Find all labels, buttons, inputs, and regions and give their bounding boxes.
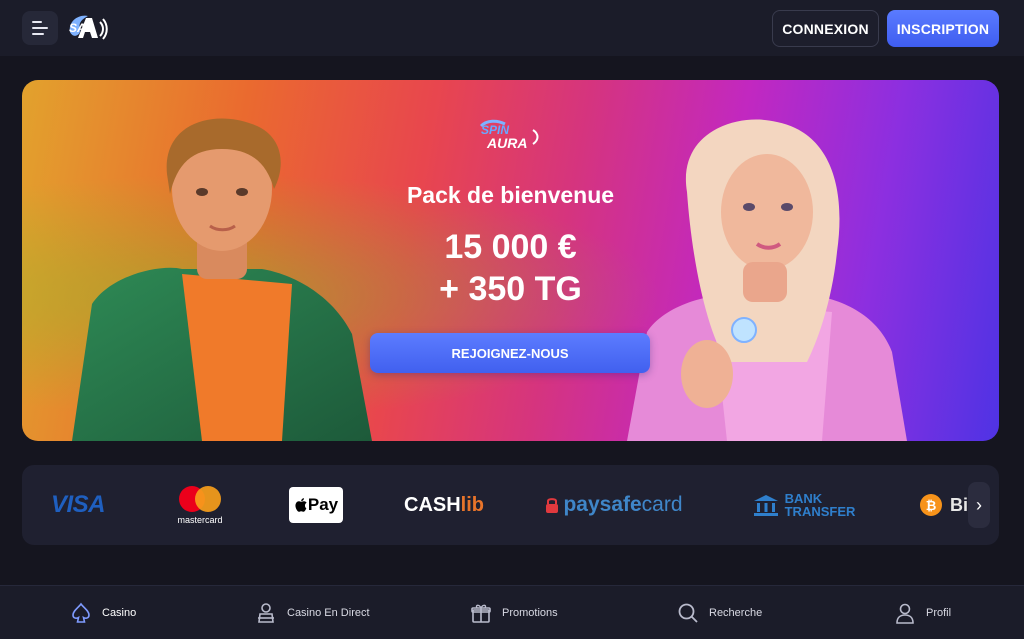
gift-icon — [471, 604, 491, 623]
apple-icon — [295, 498, 307, 512]
menu-icon — [32, 21, 42, 23]
payments-next-button[interactable]: › — [968, 482, 990, 528]
dealer-icon — [258, 603, 274, 623]
nav-casino[interactable]: Casino — [70, 586, 136, 639]
banner-title: Pack de bienvenue — [406, 182, 615, 208]
bonus-spins: + 350 TG — [439, 270, 582, 308]
bank-icon — [753, 495, 778, 516]
nav-profile[interactable]: Profil — [894, 586, 951, 639]
mastercard-logo: mastercard — [172, 465, 228, 545]
nav-search[interactable]: Recherche — [677, 586, 762, 639]
bonus-amount: 15 000 € — [444, 228, 577, 266]
svg-text:SA: SA — [69, 21, 86, 35]
bitcoin-icon: ₿ — [920, 494, 942, 516]
paysafecard-logo: paysafe card — [542, 465, 686, 545]
join-button[interactable]: REJOIGNEZ-NOUS — [370, 333, 650, 373]
menu-button[interactable] — [22, 11, 58, 45]
user-icon — [896, 603, 914, 624]
nav-promotions[interactable]: Promotions — [470, 586, 558, 639]
cashlib-logo: CASH lib — [404, 493, 485, 516]
search-icon — [678, 603, 698, 623]
bank-transfer-logo: BANK TRANSFER — [748, 465, 860, 545]
welcome-banner[interactable]: SPIN AURA Pack de bienvenue 15 000 € + 3… — [22, 80, 999, 441]
spade-icon — [72, 602, 90, 623]
site-logo[interactable]: SA — [64, 10, 108, 46]
lock-icon — [546, 498, 559, 513]
bottom-navigation: Casino Casino En Direct Promotions Reche… — [0, 585, 1024, 639]
nav-live-casino[interactable]: Casino En Direct — [255, 586, 370, 639]
login-button[interactable]: CONNEXION — [772, 10, 879, 47]
visa-logo: VISA — [50, 491, 106, 518]
banner-brand-logo: SPIN AURA — [479, 119, 539, 151]
svg-text:AURA: AURA — [486, 135, 527, 151]
payment-methods-strip: VISA mastercard Pay CASH lib paysafe card — [22, 465, 999, 545]
apple-pay-logo: Pay — [289, 465, 343, 545]
signup-button[interactable]: INSCRIPTION — [887, 10, 999, 47]
top-header: SA CONNEXION INSCRIPTION — [0, 0, 1024, 56]
